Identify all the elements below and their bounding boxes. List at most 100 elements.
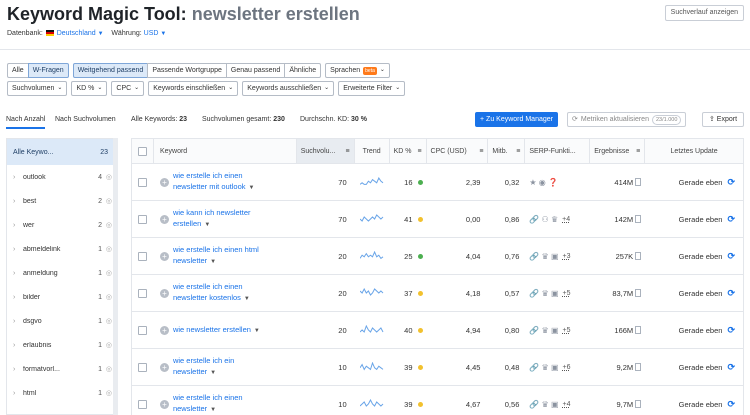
serp-more-link[interactable]: +3: [563, 253, 571, 260]
table-row[interactable]: + wie erstelle ich einen newsletter ▼ 10 39 4,…: [131, 386, 744, 415]
row-checkbox-cell[interactable]: [132, 312, 154, 348]
row-checkbox[interactable]: [138, 251, 148, 261]
sidebar-scrollbar[interactable]: [113, 138, 118, 415]
add-keyword-icon[interactable]: +: [159, 362, 169, 372]
refresh-icon[interactable]: ⟳: [727, 214, 735, 225]
col-kd[interactable]: KD % ≡: [390, 139, 427, 163]
col-last-update[interactable]: Letztes Update: [645, 139, 743, 163]
eye-icon[interactable]: ◎: [102, 293, 112, 301]
chevron-down-icon[interactable]: ▼: [210, 259, 216, 265]
table-row[interactable]: + wie erstelle ich einen newsletter kosten…: [131, 275, 744, 312]
chevron-down-icon[interactable]: ▼: [210, 407, 216, 413]
serp-snapshot-icon[interactable]: [635, 178, 642, 186]
row-checkbox[interactable]: [138, 177, 148, 187]
row-checkbox-cell[interactable]: [132, 349, 154, 385]
col-competition[interactable]: Mitb. ≡: [488, 139, 526, 163]
col-results[interactable]: Ergebnisse ≡: [590, 139, 646, 163]
eye-icon[interactable]: ◎: [102, 173, 112, 181]
table-row[interactable]: + wie newsletter erstellen ▼ 20 40 4,94 0,80 🔗 …: [131, 312, 744, 349]
sidebar-item[interactable]: › outlook 4 ◎: [7, 165, 118, 189]
filter-all[interactable]: Alle: [7, 63, 29, 78]
chevron-right-icon[interactable]: ›: [13, 390, 23, 397]
sidebar-item[interactable]: › anmeldung 1 ◎: [7, 261, 118, 285]
refresh-icon[interactable]: ⟳: [727, 288, 735, 299]
row-checkbox[interactable]: [138, 288, 148, 298]
chevron-down-icon[interactable]: ▼: [244, 296, 250, 302]
add-to-keyword-manager-button[interactable]: + Zu Keyword Manager: [475, 112, 558, 127]
row-checkbox[interactable]: [138, 325, 148, 335]
chevron-down-icon[interactable]: ▼: [98, 31, 104, 37]
sidebar-item[interactable]: › formatvorl... 1 ◎: [7, 357, 118, 381]
serp-more-link[interactable]: +4: [562, 216, 570, 223]
cpc-filter[interactable]: CPC ⌄: [111, 81, 145, 96]
chevron-right-icon[interactable]: ›: [13, 294, 23, 301]
add-keyword-icon[interactable]: +: [159, 399, 169, 409]
eye-icon[interactable]: ◎: [102, 317, 112, 325]
filter-questions[interactable]: W-Fragen: [27, 63, 69, 78]
chevron-right-icon[interactable]: ›: [13, 318, 23, 325]
eye-icon[interactable]: ◎: [102, 269, 112, 277]
table-row[interactable]: + wie erstelle ich einen html newsletter ▼ 2…: [131, 238, 744, 275]
row-checkbox-cell[interactable]: [132, 164, 154, 200]
chevron-right-icon[interactable]: ›: [13, 198, 23, 205]
chevron-down-icon[interactable]: ▼: [254, 328, 260, 334]
sidebar-item[interactable]: › wer 2 ◎: [7, 213, 118, 237]
filter-related[interactable]: Ähnliche: [284, 63, 322, 78]
row-checkbox[interactable]: [138, 399, 148, 409]
filter-exact-match[interactable]: Genau passend: [225, 63, 286, 78]
database-select[interactable]: Deutschland: [57, 30, 96, 37]
col-trend[interactable]: Trend: [355, 139, 390, 163]
sidebar-item[interactable]: › erlaubnis 1 ◎: [7, 333, 118, 357]
tab-by-count[interactable]: Nach Anzahl: [6, 116, 46, 129]
exclude-keywords-filter[interactable]: Keywords ausschließen ⌄: [242, 81, 335, 96]
keyword-link[interactable]: wie erstelle ich einen newsletter mit out…: [173, 170, 255, 194]
currency-select[interactable]: USD: [144, 30, 159, 37]
chevron-down-icon[interactable]: ▼: [210, 370, 216, 376]
chevron-down-icon[interactable]: ▼: [160, 31, 166, 37]
add-keyword-icon[interactable]: +: [159, 177, 169, 187]
chevron-right-icon[interactable]: ›: [13, 270, 23, 277]
table-row[interactable]: + wie erstelle ich einen newsletter mit ou…: [131, 164, 744, 201]
refresh-icon[interactable]: ⟳: [727, 399, 735, 410]
sidebar-item[interactable]: › dsgvo 1 ◎: [7, 309, 118, 333]
sidebar-item[interactable]: ›indesign1◎: [7, 405, 118, 415]
col-volume[interactable]: Suchvolu... ≡: [296, 139, 355, 163]
languages-dropdown[interactable]: Sprachen beta ⌄: [325, 63, 390, 78]
filter-phrase-match[interactable]: Passende Wortgruppe: [147, 63, 227, 78]
select-all-checkbox[interactable]: [137, 146, 147, 156]
advanced-filters[interactable]: Erweiterte Filter ⌄: [338, 81, 406, 96]
row-checkbox-cell[interactable]: [132, 201, 154, 237]
keyword-link[interactable]: wie erstelle ich ein newsletter ▼: [173, 355, 234, 379]
keyword-link[interactable]: wie erstelle ich einen html newsletter ▼: [173, 244, 259, 268]
row-checkbox[interactable]: [138, 214, 148, 224]
refresh-icon[interactable]: ⟳: [727, 177, 735, 188]
row-checkbox-cell[interactable]: [132, 238, 154, 274]
add-keyword-icon[interactable]: +: [159, 251, 169, 261]
row-checkbox[interactable]: [138, 362, 148, 372]
serp-snapshot-icon[interactable]: [635, 215, 642, 223]
add-keyword-icon[interactable]: +: [159, 325, 169, 335]
eye-icon[interactable]: ◎: [102, 365, 112, 373]
sidebar-item-all[interactable]: Alle Keywo... 23: [7, 139, 118, 165]
add-keyword-icon[interactable]: +: [159, 288, 169, 298]
eye-icon[interactable]: ◎: [102, 245, 112, 253]
tab-by-volume[interactable]: Nach Suchvolumen: [55, 116, 116, 123]
keyword-link[interactable]: wie erstelle ich einen newsletter kostenl…: [173, 281, 250, 305]
chevron-right-icon[interactable]: ›: [13, 222, 23, 229]
chevron-right-icon[interactable]: ›: [13, 366, 23, 373]
keyword-link[interactable]: wie erstelle ich einen newsletter ▼: [173, 392, 243, 415]
serp-more-link[interactable]: +4: [563, 401, 571, 408]
chevron-right-icon[interactable]: ›: [13, 342, 23, 349]
select-all-checkbox-cell[interactable]: [132, 139, 154, 163]
chevron-down-icon[interactable]: ▼: [249, 185, 255, 191]
chevron-down-icon[interactable]: ▼: [204, 222, 210, 228]
chevron-right-icon[interactable]: ›: [13, 246, 23, 253]
filter-broad-match[interactable]: Weitgehend passend: [72, 63, 149, 78]
volume-filter[interactable]: Suchvolumen ⌄: [7, 81, 68, 96]
serp-snapshot-icon[interactable]: [635, 326, 642, 334]
serp-more-link[interactable]: +5: [563, 290, 571, 297]
eye-icon[interactable]: ◎: [102, 389, 112, 397]
kd-filter[interactable]: KD % ⌄: [71, 81, 108, 96]
eye-icon[interactable]: ◎: [102, 197, 112, 205]
eye-icon[interactable]: ◎: [102, 341, 112, 349]
